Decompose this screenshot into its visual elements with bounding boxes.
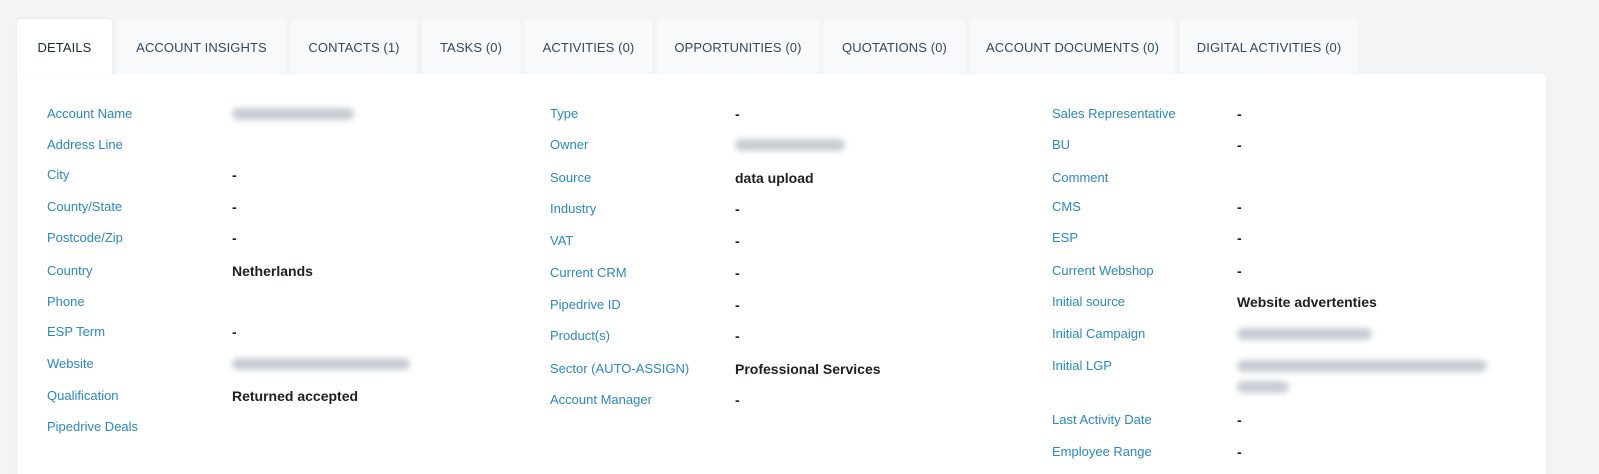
field-label: Website (47, 356, 94, 371)
tab-tasks[interactable]: TASKS (0) (422, 19, 520, 75)
field-label: Account Name (47, 106, 133, 121)
field-label: Industry (550, 201, 597, 216)
field-label: Qualification (47, 388, 119, 403)
field-label: City (47, 167, 70, 182)
field-label: Comment (1052, 170, 1109, 185)
tab-label: DETAILS (37, 39, 92, 55)
tab-label: ACCOUNT INSIGHTS (136, 39, 267, 55)
field-label: Sector (AUTO-ASSIGN) (550, 361, 690, 376)
redacted-value (1237, 328, 1372, 340)
field-label: County/State (47, 199, 123, 214)
field-label: Postcode/Zip (47, 230, 123, 245)
field-label: Type (550, 106, 579, 121)
field-label: Address Line (47, 137, 123, 152)
field-label: Employee Range (1052, 444, 1152, 459)
field-value: - (735, 106, 740, 122)
tab-label: ACTIVITIES (0) (542, 39, 635, 55)
field-label: Last Activity Date (1052, 412, 1152, 427)
tab-contacts[interactable]: CONTACTS (1) (291, 19, 417, 75)
field-label: Country (47, 263, 93, 278)
redacted-value (1237, 360, 1487, 372)
field-value: - (1237, 106, 1242, 122)
field-label: Source (550, 170, 592, 185)
field-value: - (232, 167, 237, 183)
tab-bar: DETAILS ACCOUNT INSIGHTS CONTACTS (1) TA… (17, 19, 1358, 75)
tab-label: OPPORTUNITIES (0) (674, 39, 802, 55)
field-value: - (735, 328, 740, 344)
field-label: Phone (47, 294, 85, 309)
details-panel: Account Name Address Line City - County/… (17, 74, 1546, 474)
field-value: - (232, 199, 237, 215)
field-label: ESP Term (47, 324, 106, 339)
tab-details[interactable]: DETAILS (17, 19, 112, 75)
tab-opportunities[interactable]: OPPORTUNITIES (0) (657, 19, 819, 75)
field-label: BU (1052, 137, 1071, 152)
tab-label: ACCOUNT DOCUMENTS (0) (985, 39, 1160, 55)
field-value: - (232, 230, 237, 246)
field-value: - (1237, 137, 1242, 153)
field-label: Product(s) (550, 328, 610, 343)
field-value: - (232, 324, 237, 340)
field-value: - (735, 392, 740, 408)
field-label: Current CRM (550, 265, 627, 280)
field-label: Initial source (1052, 294, 1125, 309)
redacted-value (735, 139, 845, 151)
redacted-value (232, 108, 354, 120)
field-label: Initial LGP (1052, 358, 1112, 373)
field-value: - (1237, 444, 1242, 460)
tab-digital-activities[interactable]: DIGITAL ACTIVITIES (0) (1180, 19, 1358, 75)
field-label: Account Manager (550, 392, 652, 407)
field-value: - (735, 201, 740, 217)
tab-account-insights[interactable]: ACCOUNT INSIGHTS (117, 19, 286, 75)
field-label: Owner (550, 137, 589, 152)
field-label: Pipedrive Deals (47, 419, 139, 434)
tab-label: CONTACTS (1) (308, 39, 400, 55)
field-label: Pipedrive ID (550, 297, 621, 312)
field-value: Professional Services (735, 361, 881, 377)
tab-quotations[interactable]: QUOTATIONS (0) (824, 19, 965, 75)
field-value: Netherlands (232, 263, 313, 279)
field-label: Current Webshop (1052, 263, 1154, 278)
field-value: - (735, 297, 740, 313)
field-value: - (1237, 263, 1242, 279)
redacted-value[interactable] (232, 358, 410, 370)
field-label: VAT (550, 233, 574, 248)
tab-activities[interactable]: ACTIVITIES (0) (525, 19, 652, 75)
field-label: ESP (1052, 230, 1079, 245)
field-label: CMS (1052, 199, 1081, 214)
tab-label: QUOTATIONS (0) (842, 39, 947, 55)
redacted-value (1237, 381, 1289, 393)
field-value: Returned accepted (232, 388, 359, 404)
tab-label: DIGITAL ACTIVITIES (0) (1196, 39, 1342, 55)
field-value: - (735, 265, 740, 281)
field-value: - (1237, 412, 1242, 428)
field-label: Initial Campaign (1052, 326, 1146, 341)
field-value: - (1237, 230, 1242, 246)
tab-account-documents[interactable]: ACCOUNT DOCUMENTS (0) (970, 19, 1175, 75)
field-label: Sales Representative (1052, 106, 1176, 121)
field-value: data upload (735, 170, 814, 186)
field-value: - (735, 233, 740, 249)
field-value: Website advertenties (1237, 294, 1377, 310)
field-value: - (1237, 199, 1242, 215)
tab-label: TASKS (0) (439, 39, 503, 55)
